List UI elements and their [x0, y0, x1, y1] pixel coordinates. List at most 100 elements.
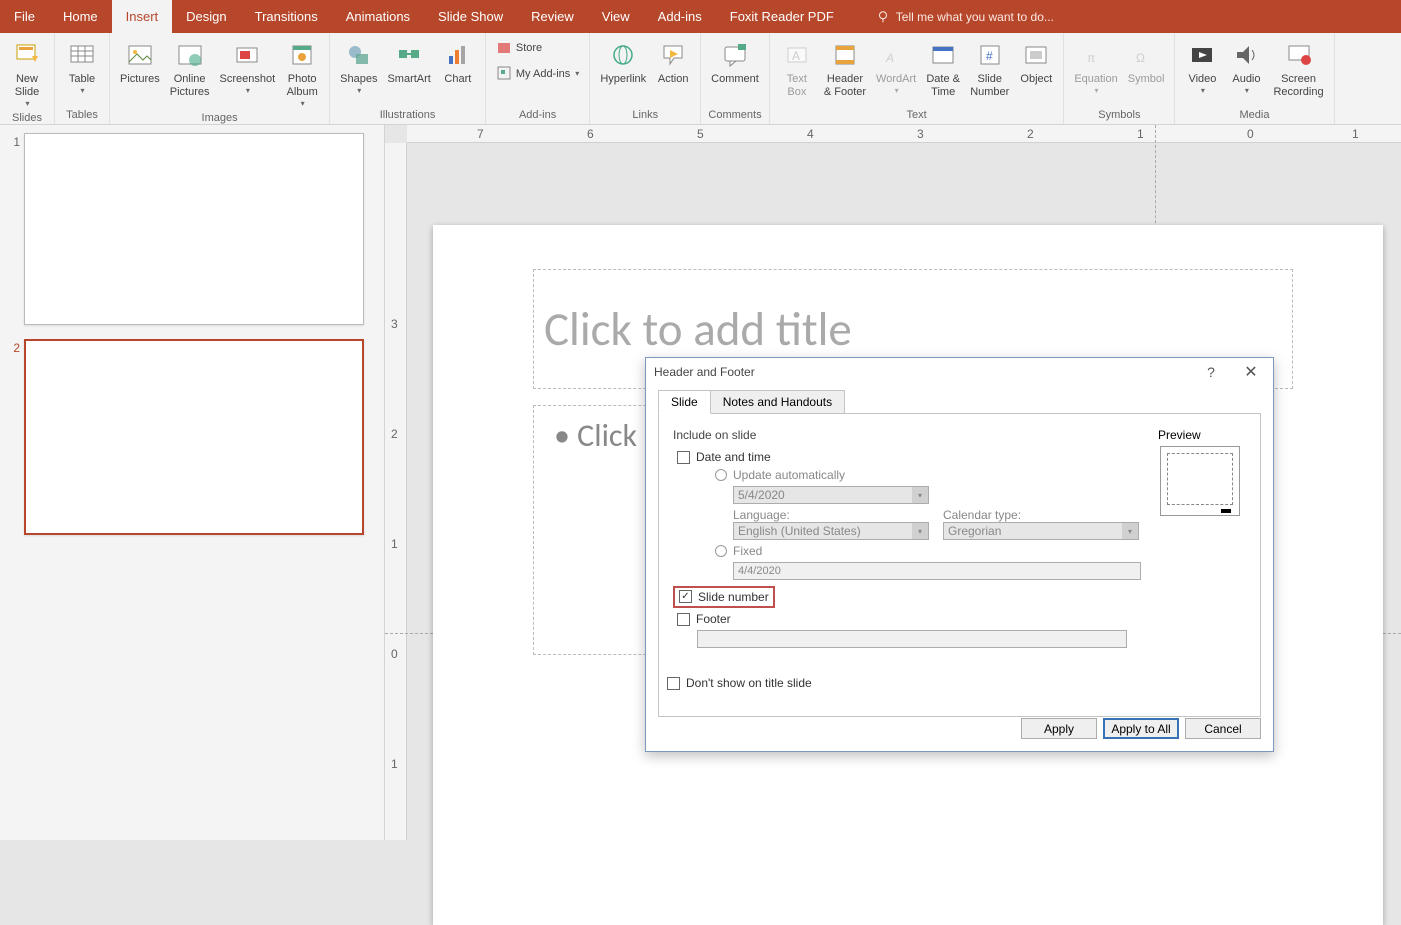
- footer-field[interactable]: [697, 630, 1127, 648]
- addins-icon: [496, 65, 512, 81]
- footer-checkbox[interactable]: [677, 613, 690, 626]
- language-label: Language:: [733, 508, 929, 522]
- online-pictures-icon: [177, 42, 203, 68]
- calendar-combo[interactable]: Gregorian▾: [943, 522, 1139, 540]
- svg-text:#: #: [986, 49, 993, 63]
- tab-design[interactable]: Design: [172, 0, 240, 33]
- table-icon: [69, 42, 95, 68]
- group-slides: NewSlide▾ Slides: [0, 33, 55, 124]
- thumbnail-2[interactable]: 2: [0, 339, 384, 535]
- tab-insert[interactable]: Insert: [112, 0, 173, 33]
- smartart-button[interactable]: SmartArt: [383, 37, 434, 88]
- dialog-tab-slide[interactable]: Slide: [658, 390, 711, 414]
- action-icon: [660, 42, 686, 68]
- video-button[interactable]: Video▾: [1181, 37, 1223, 97]
- photo-album-button[interactable]: PhotoAlbum▾: [281, 37, 323, 110]
- chart-button[interactable]: Chart: [437, 37, 479, 88]
- screen-recording-icon: [1286, 42, 1312, 68]
- audio-icon: [1233, 42, 1259, 68]
- audio-button[interactable]: Audio▾: [1225, 37, 1267, 97]
- horizontal-ruler: 7 6 5 4 3 2 1 0 1 2: [407, 125, 1401, 143]
- screenshot-icon: [234, 42, 260, 68]
- fixed-radio[interactable]: [715, 545, 727, 557]
- wordart-button[interactable]: AWordArt▾: [872, 37, 920, 97]
- comment-icon: [722, 42, 748, 68]
- tab-transitions[interactable]: Transitions: [241, 0, 332, 33]
- svg-text:A: A: [885, 51, 894, 65]
- date-time-label: Date and time: [696, 450, 771, 464]
- preview-panel: Preview: [1158, 428, 1246, 516]
- group-tables: Table▾ Tables: [55, 33, 110, 124]
- slide-number-checkbox[interactable]: [679, 590, 692, 603]
- textbox-button[interactable]: ATextBox: [776, 37, 818, 101]
- store-icon: [496, 39, 512, 55]
- group-symbols: πEquation▾ ΩSymbol Symbols: [1064, 33, 1175, 124]
- date-time-checkbox[interactable]: [677, 451, 690, 464]
- online-pictures-button[interactable]: OnlinePictures: [166, 37, 214, 101]
- datetime-button[interactable]: Date &Time: [922, 37, 964, 101]
- group-text: ATextBox Header& Footer AWordArt▾ Date &…: [770, 33, 1064, 124]
- pictures-button[interactable]: Pictures: [116, 37, 164, 88]
- object-icon: [1023, 42, 1049, 68]
- dialog-tab-notes[interactable]: Notes and Handouts: [710, 390, 845, 414]
- pictures-icon: [127, 42, 153, 68]
- thumb-number: 1: [6, 133, 20, 149]
- tab-view[interactable]: View: [588, 0, 644, 33]
- tab-foxit[interactable]: Foxit Reader PDF: [716, 0, 848, 33]
- tell-me-search[interactable]: Tell me what you want to do...: [876, 0, 1054, 33]
- tell-me-label: Tell me what you want to do...: [896, 10, 1054, 24]
- slide-number-button[interactable]: #SlideNumber: [966, 37, 1013, 101]
- my-addins-button[interactable]: My Add-ins ▾: [492, 63, 583, 83]
- hyperlink-button[interactable]: Hyperlink: [596, 37, 650, 88]
- dialog-titlebar[interactable]: Header and Footer ? ✕: [646, 358, 1273, 386]
- group-media: Video▾ Audio▾ ScreenRecording Media: [1175, 33, 1334, 124]
- cancel-button[interactable]: Cancel: [1185, 718, 1261, 739]
- tab-file[interactable]: File: [0, 0, 49, 33]
- svg-text:A: A: [792, 49, 800, 63]
- store-button[interactable]: Store: [492, 37, 546, 57]
- apply-button[interactable]: Apply: [1021, 718, 1097, 739]
- group-label-tables: Tables: [61, 107, 103, 124]
- new-slide-icon: [14, 42, 40, 68]
- group-images: Pictures OnlinePictures Screenshot▾ Phot…: [110, 33, 330, 124]
- header-footer-button[interactable]: Header& Footer: [820, 37, 870, 101]
- svg-text:π: π: [1087, 51, 1095, 65]
- object-button[interactable]: Object: [1015, 37, 1057, 88]
- thumb-preview: [24, 339, 364, 535]
- dialog-buttons: Apply Apply to All Cancel: [1021, 718, 1261, 739]
- date-combo[interactable]: 5/4/2020▾: [733, 486, 929, 504]
- thumb-preview: [24, 133, 364, 325]
- tab-addins[interactable]: Add-ins: [644, 0, 716, 33]
- screenshot-button[interactable]: Screenshot▾: [216, 37, 280, 97]
- fixed-date-field[interactable]: 4/4/2020: [733, 562, 1141, 580]
- language-combo[interactable]: English (United States)▾: [733, 522, 929, 540]
- dont-show-title-checkbox[interactable]: [667, 677, 680, 690]
- dialog-tabs: Slide Notes and Handouts: [658, 390, 1273, 414]
- shapes-button[interactable]: Shapes▾: [336, 37, 381, 97]
- screen-recording-button[interactable]: ScreenRecording: [1269, 37, 1327, 101]
- fixed-label: Fixed: [733, 544, 762, 558]
- thumbnail-1[interactable]: 1: [0, 133, 384, 325]
- update-auto-radio[interactable]: [715, 469, 727, 481]
- apply-to-all-button[interactable]: Apply to All: [1103, 718, 1179, 739]
- slide-number-icon: #: [977, 42, 1003, 68]
- dialog-help-button[interactable]: ?: [1191, 358, 1231, 386]
- equation-icon: π: [1083, 42, 1109, 68]
- symbol-button[interactable]: ΩSymbol: [1124, 37, 1169, 88]
- table-button[interactable]: Table▾: [61, 37, 103, 97]
- tab-animations[interactable]: Animations: [332, 0, 424, 33]
- action-button[interactable]: Action: [652, 37, 694, 88]
- slide-thumbnail-panel: 1 2: [0, 125, 385, 840]
- dialog-close-button[interactable]: ✕: [1231, 358, 1271, 386]
- tab-slide-show[interactable]: Slide Show: [424, 0, 517, 33]
- tab-home[interactable]: Home: [49, 0, 112, 33]
- datetime-icon: [930, 42, 956, 68]
- comment-button[interactable]: Comment: [707, 37, 763, 88]
- preview-image: [1160, 446, 1240, 516]
- new-slide-button[interactable]: NewSlide▾: [6, 37, 48, 110]
- tab-review[interactable]: Review: [517, 0, 588, 33]
- lightbulb-icon: [876, 10, 890, 24]
- footer-label: Footer: [696, 612, 731, 626]
- equation-button[interactable]: πEquation▾: [1070, 37, 1121, 97]
- slide-number-highlight: Slide number: [673, 586, 775, 608]
